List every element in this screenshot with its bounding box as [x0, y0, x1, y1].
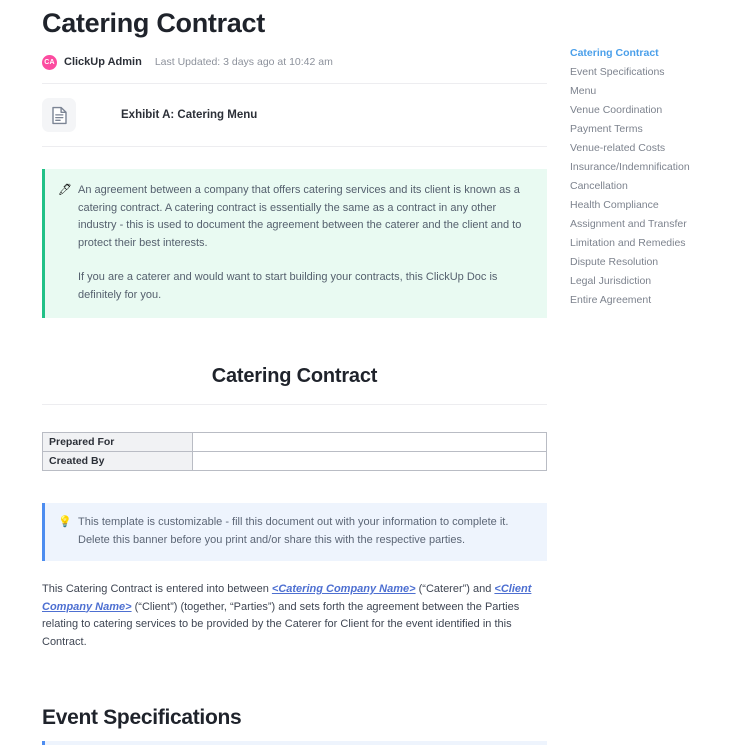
divider-below-exhibit [42, 146, 547, 147]
intro-callout-body: An agreement between a company that offe… [74, 182, 533, 304]
toc-item-event-specifications[interactable]: Event Specifications [570, 63, 742, 82]
toc-item-health-compliance[interactable]: Health Compliance [570, 196, 742, 215]
lightbulb-icon: 💡 [58, 516, 72, 528]
author-name: ClickUp Admin [64, 56, 142, 68]
info-table: Prepared For Created By [42, 432, 547, 471]
contract-text-part-1: This Catering Contract is entered into b… [42, 583, 272, 595]
table-cell-value[interactable] [192, 432, 547, 452]
contract-text-part-2: (“Caterer”) and [415, 583, 495, 595]
table-row: Created By [42, 451, 547, 471]
toc-item-cancellation[interactable]: Cancellation [570, 177, 742, 196]
document-icon [42, 98, 76, 132]
table-cell-label: Prepared For [42, 432, 193, 452]
template-callout-text: This template is customizable - fill thi… [78, 516, 509, 546]
divider-below-center-title [42, 404, 547, 405]
contract-intro-paragraph: This Catering Contract is entered into b… [42, 581, 547, 651]
toc-item-menu[interactable]: Menu [570, 82, 742, 101]
contract-center-title: Catering Contract [211, 365, 378, 387]
toc-item-dispute-resolution[interactable]: Dispute Resolution [570, 253, 742, 272]
toc-item-venue-coordination[interactable]: Venue Coordination [570, 101, 742, 120]
toc-item-entire-agreement[interactable]: Entire Agreement [570, 291, 742, 310]
toc-item-insurance-indemnification[interactable]: Insurance/Indemnification [570, 158, 742, 177]
last-updated-text: Last Updated: 3 days ago at 10:42 am [154, 56, 333, 68]
table-row: Prepared For [42, 432, 547, 452]
table-cell-value[interactable] [192, 451, 547, 471]
table-cell-label: Created By [42, 451, 193, 471]
avatar[interactable]: CA [42, 54, 57, 70]
toc-item-payment-terms[interactable]: Payment Terms [570, 120, 742, 139]
section-heading-event-specifications: Event Specifications [42, 706, 242, 729]
toc-item-legal-jurisdiction[interactable]: Legal Jurisdiction [570, 272, 742, 291]
page-title: Catering Contract [42, 8, 265, 38]
intro-paragraph-1: An agreement between a company that offe… [78, 184, 522, 249]
pen-icon: 🖊 [58, 184, 72, 196]
document-page: Catering Contract CA ClickUp Admin Last … [0, 0, 745, 745]
document-meta: CA ClickUp Admin Last Updated: 3 days ag… [42, 53, 547, 71]
table-of-contents: Catering Contract Event Specifications M… [570, 44, 742, 310]
event-specifications-callout: 💡 Indicate the specifications that both … [42, 741, 547, 745]
toc-item-assignment-and-transfer[interactable]: Assignment and Transfer [570, 215, 742, 234]
toc-item-limitation-and-remedies[interactable]: Limitation and Remedies [570, 234, 742, 253]
caterer-company-placeholder-link[interactable]: <Catering Company Name> [272, 583, 416, 595]
intro-paragraph-2: If you are a caterer and would want to s… [78, 271, 498, 301]
template-callout: 💡 This template is customizable - fill t… [42, 503, 547, 561]
intro-callout: 🖊 An agreement between a company that of… [42, 169, 547, 318]
toc-item-venue-related-costs[interactable]: Venue-related Costs [570, 139, 742, 158]
exhibit-label: Exhibit A: Catering Menu [121, 109, 258, 121]
toc-item-catering-contract[interactable]: Catering Contract [570, 44, 742, 63]
exhibit-attachment-row[interactable]: Exhibit A: Catering Menu [42, 84, 547, 146]
document-body: Catering Contract CA ClickUp Admin Last … [42, 0, 547, 745]
